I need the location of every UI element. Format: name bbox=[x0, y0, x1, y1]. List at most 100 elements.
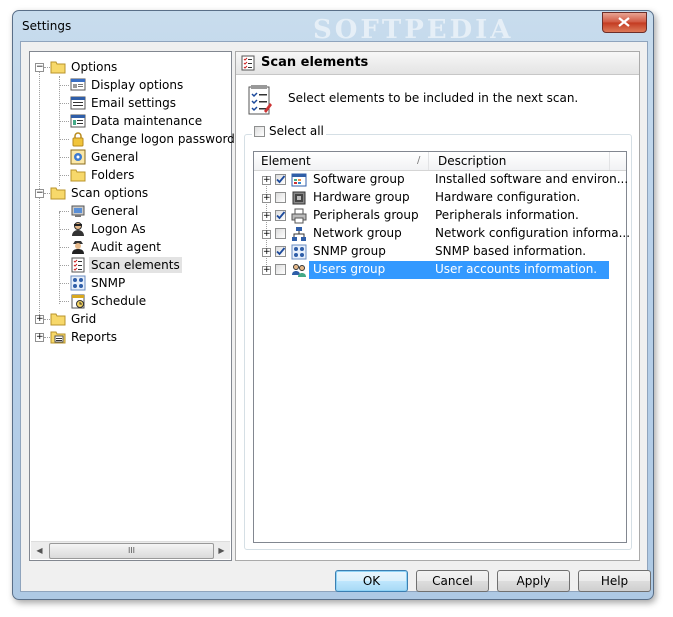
tree-item-options[interactable]: Options bbox=[50, 58, 119, 76]
general-icon bbox=[70, 149, 86, 165]
list-row-network-group[interactable]: + Network group Network configuration in… bbox=[254, 225, 630, 243]
apply-button[interactable]: Apply bbox=[497, 570, 570, 592]
row-description: Installed software and environ... bbox=[435, 172, 629, 186]
tree-item-label: Folders bbox=[91, 168, 135, 182]
agent-icon bbox=[70, 239, 86, 255]
row-checkbox[interactable] bbox=[275, 264, 286, 275]
column-header-description[interactable]: Description bbox=[438, 154, 506, 168]
settings-window: Settings SOFTPEDIA − Options Display opt… bbox=[12, 10, 654, 600]
collapse-scan-options-toggle[interactable]: − bbox=[35, 189, 44, 198]
close-icon bbox=[618, 17, 630, 27]
select-all-box[interactable] bbox=[254, 125, 265, 137]
close-button[interactable] bbox=[602, 12, 647, 33]
tree-item-audit-agent[interactable]: Audit agent bbox=[70, 238, 163, 256]
folder-icon bbox=[70, 167, 86, 183]
row-checkbox-checked[interactable] bbox=[275, 246, 286, 257]
select-all-label: Select all bbox=[269, 124, 324, 138]
display-icon bbox=[70, 77, 86, 93]
list-row-peripherals-group[interactable]: + Peripherals group Peripherals informat… bbox=[254, 207, 626, 225]
column-separator[interactable] bbox=[428, 152, 429, 170]
snmp-icon bbox=[291, 244, 307, 260]
collapse-options-toggle[interactable]: − bbox=[35, 63, 44, 72]
tree-item-label: Scan options bbox=[71, 186, 149, 200]
folder-icon bbox=[50, 185, 66, 201]
hardware-icon bbox=[291, 190, 307, 206]
ok-button[interactable]: OK bbox=[335, 570, 408, 592]
tree-item-scan-general[interactable]: General bbox=[70, 202, 140, 220]
tree-item-options-general[interactable]: General bbox=[70, 148, 140, 166]
title-bar[interactable]: Settings SOFTPEDIA bbox=[13, 11, 653, 45]
tree-item-display-options[interactable]: Display options bbox=[70, 76, 185, 94]
expand-row-toggle[interactable]: + bbox=[262, 194, 271, 203]
help-button[interactable]: Help bbox=[578, 570, 651, 592]
row-description: Peripherals information. bbox=[435, 208, 579, 222]
general-icon bbox=[70, 203, 86, 219]
tree-item-label: General bbox=[91, 204, 139, 218]
expand-row-toggle[interactable]: + bbox=[262, 248, 271, 257]
expand-row-toggle[interactable]: + bbox=[262, 176, 271, 185]
elements-list[interactable]: Element / Description + Software group I… bbox=[253, 151, 630, 543]
tree-item-logon-as[interactable]: Logon As bbox=[70, 220, 148, 238]
dialog-client: − Options Display options Email settings… bbox=[20, 41, 651, 592]
tree-item-email-settings[interactable]: Email settings bbox=[70, 94, 178, 112]
expand-grid-toggle[interactable]: + bbox=[35, 315, 44, 324]
tree-item-label: SNMP bbox=[91, 276, 126, 290]
tree-item-reports[interactable]: Reports bbox=[50, 328, 119, 346]
printer-icon bbox=[291, 208, 307, 224]
tree-item-label: Grid bbox=[71, 312, 97, 326]
window-title: Settings bbox=[22, 19, 72, 33]
tree-item-label: General bbox=[91, 150, 139, 164]
row-element: Network group bbox=[313, 226, 402, 240]
column-header-element[interactable]: Element bbox=[261, 154, 311, 168]
tree-item-label: Schedule bbox=[91, 294, 147, 308]
sort-indicator-icon: / bbox=[417, 155, 421, 166]
tree-item-data-maintenance[interactable]: Data maintenance bbox=[70, 112, 204, 130]
tree-item-change-logon-password[interactable]: Change logon password bbox=[70, 130, 237, 148]
tree-item-grid[interactable]: Grid bbox=[50, 310, 98, 328]
tree-item-label: Data maintenance bbox=[91, 114, 203, 128]
list-row-hardware-group[interactable]: + Hardware group Hardware configuration. bbox=[254, 189, 626, 207]
network-icon bbox=[291, 226, 307, 242]
row-description: User accounts information. bbox=[435, 262, 598, 276]
folder-icon bbox=[50, 311, 66, 327]
tree-item-folders[interactable]: Folders bbox=[70, 166, 136, 184]
list-row-snmp-group[interactable]: + SNMP group SNMP based information. bbox=[254, 243, 626, 261]
checklist-large-icon bbox=[246, 85, 274, 120]
reports-icon bbox=[50, 329, 66, 345]
list-row-users-group[interactable]: + Users group User accounts information. bbox=[254, 261, 626, 279]
list-row-software-group[interactable]: + Software group Installed software and … bbox=[254, 171, 628, 189]
row-element: Hardware group bbox=[313, 190, 410, 204]
tree-item-label: Email settings bbox=[91, 96, 176, 110]
user-icon bbox=[70, 221, 86, 237]
row-description: Hardware configuration. bbox=[435, 190, 581, 204]
scroll-left-arrow-icon[interactable]: ◀ bbox=[31, 542, 48, 559]
expand-row-toggle[interactable]: + bbox=[262, 230, 271, 239]
select-all-checkbox[interactable]: Select all bbox=[252, 124, 326, 138]
tree-item-snmp[interactable]: SNMP bbox=[70, 274, 127, 292]
settings-tree[interactable]: − Options Display options Email settings… bbox=[29, 51, 235, 561]
tree-item-scan-options[interactable]: Scan options bbox=[50, 184, 150, 202]
list-header: Element / Description bbox=[254, 152, 626, 171]
expand-row-toggle[interactable]: + bbox=[262, 266, 271, 275]
expand-reports-toggle[interactable]: + bbox=[35, 333, 44, 342]
database-icon bbox=[70, 113, 86, 129]
tree-item-label: Options bbox=[71, 60, 118, 74]
scroll-right-arrow-icon[interactable]: ▶ bbox=[213, 542, 230, 559]
software-icon bbox=[291, 172, 307, 188]
tree-item-label: Scan elements bbox=[89, 257, 182, 273]
folder-icon bbox=[50, 59, 66, 75]
tree-item-scan-elements[interactable]: Scan elements bbox=[70, 256, 182, 274]
row-checkbox-checked[interactable] bbox=[275, 210, 286, 221]
row-checkbox[interactable] bbox=[275, 228, 286, 239]
scan-elements-panel: Scan elements Select elements to be incl… bbox=[235, 51, 640, 561]
row-element: SNMP group bbox=[313, 244, 386, 258]
cancel-button[interactable]: Cancel bbox=[416, 570, 489, 592]
column-separator[interactable] bbox=[609, 152, 610, 170]
row-checkbox[interactable] bbox=[275, 192, 286, 203]
tree-horizontal-scrollbar[interactable]: ◀ III ▶ bbox=[31, 541, 230, 559]
panel-title: Scan elements bbox=[261, 55, 369, 70]
scroll-thumb[interactable]: III bbox=[49, 543, 214, 559]
expand-row-toggle[interactable]: + bbox=[262, 212, 271, 221]
row-checkbox-checked[interactable] bbox=[275, 174, 286, 185]
tree-item-schedule[interactable]: Schedule bbox=[70, 292, 148, 310]
